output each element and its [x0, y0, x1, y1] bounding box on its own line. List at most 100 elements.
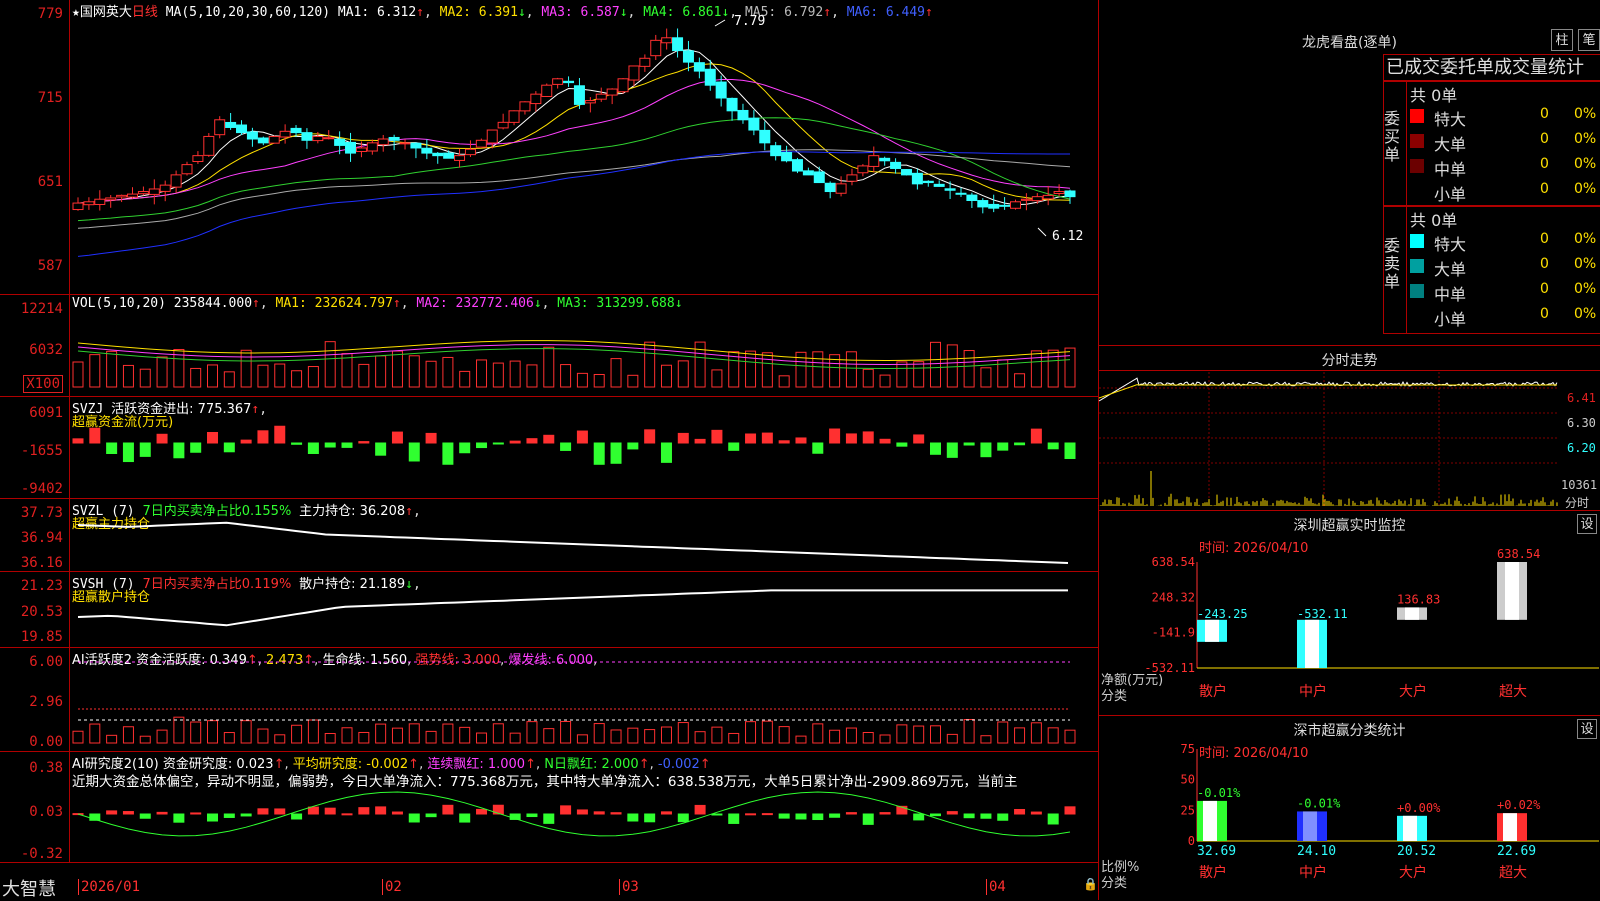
sz-bar-highlight: [1305, 619, 1319, 668]
svzl-chart[interactable]: [0, 499, 1098, 572]
indicator-bar: [543, 728, 555, 744]
candle-body: [236, 124, 248, 134]
sz-tick: -141.9: [1152, 626, 1195, 640]
candle-body: [214, 119, 226, 136]
candle-body: [672, 37, 684, 52]
indicator-bar: [677, 813, 689, 823]
candle-body: [443, 152, 455, 159]
indicator-bar: [1064, 347, 1076, 388]
indicator-bar: [644, 429, 656, 444]
candle-body: [1020, 198, 1032, 201]
class-value-label: 22.69: [1497, 844, 1536, 859]
candle-body: [606, 88, 618, 96]
svzl-pane[interactable]: 37.73 36.94 36.16 SVZL (7) 7日内买卖净占比0.155…: [0, 499, 1098, 572]
indicator-bar: [593, 373, 605, 388]
indicator-bar: [257, 808, 269, 815]
indicator-bar: [879, 734, 891, 744]
candle-body: [628, 65, 640, 81]
row-name: 特大: [1434, 110, 1467, 129]
indicator-bar: [745, 721, 757, 744]
indicator-bar: [728, 442, 740, 451]
tick-mode-button[interactable]: 笔: [1578, 29, 1600, 51]
indicator-bar: [913, 813, 925, 821]
sz-category: 散户: [1199, 683, 1227, 700]
sz-tick: 638.54: [1152, 555, 1195, 569]
order-row: 中单 0 0%: [1410, 281, 1600, 304]
candle-body: [879, 157, 891, 162]
candle-body: [1064, 190, 1076, 198]
intraday-panel[interactable]: 分时走势 6.41 6.30 6.20 10361 分时: [1098, 345, 1600, 510]
svsh-chart[interactable]: [0, 572, 1098, 648]
indicator-bar: [274, 363, 286, 388]
indicator-bar: [711, 813, 723, 816]
candle-body: [127, 193, 139, 198]
indicator-bar: [913, 434, 925, 444]
candle-body: [323, 137, 335, 140]
candle-body: [105, 197, 117, 201]
sz-class-chart[interactable]: 75 50 25 0 -0.01% 32.69 散户 -0.01% 24.10 中户 +0.00% 2…: [1099, 716, 1600, 901]
lock-icon[interactable]: 🔒: [1083, 877, 1098, 891]
indicator-bar: [190, 442, 202, 453]
indicator-bar: [963, 442, 975, 446]
svsh-pane[interactable]: 21.23 20.53 19.85 SVSH (7) 7日内买卖净占比0.119…: [0, 572, 1098, 648]
indicator-bar: [728, 732, 740, 744]
indicator-bar: [1030, 350, 1042, 388]
sz-net-chart[interactable]: 638.54 248.32 -141.9 -532.11 -243.25 散户 -532.1…: [1099, 511, 1600, 716]
indicator-bar: [711, 726, 723, 744]
ai-research-chart[interactable]: [0, 752, 1098, 862]
indicator-bar: [1064, 729, 1076, 744]
indicator-bar: [576, 809, 588, 815]
indicator-bar: [139, 368, 151, 388]
indicator-bar: [543, 434, 555, 444]
candle-body: [257, 137, 269, 144]
row-name: 中单: [1434, 160, 1467, 179]
indicator-bar: [761, 432, 773, 444]
candle-body: [584, 100, 596, 104]
indicator-bar: [610, 358, 622, 388]
indicator-bar: [72, 438, 84, 444]
indicator-bar: [274, 734, 286, 744]
buy-section: 委买单 共 0单 特大 0 0% 大单 0 0% 中单 0 0% 小单 0 0%: [1383, 81, 1600, 206]
indicator-bar: [694, 731, 706, 744]
svzj-pane[interactable]: 6091 -1655 -9402 SVZJ 活跃资金进出: 775.367↑, …: [0, 397, 1098, 499]
candle-body: [148, 188, 160, 195]
buy-label: 委买单: [1384, 109, 1401, 164]
swatch: [1410, 234, 1424, 248]
indicator-bar: [711, 369, 723, 388]
candle-body: [890, 161, 902, 169]
indicator-bar: [845, 433, 857, 444]
candle-pane[interactable]: 779 715 651 587 ★国网英大日线 MA(5,10,20,30,60…: [0, 0, 1098, 295]
ai-activity-pane[interactable]: 6.00 2.96 0.00 AI活跃度2 资金活跃度: 0.349↑, 2.4…: [0, 648, 1098, 752]
candle-body: [563, 80, 575, 84]
volume-pane[interactable]: 12214 6032 X100 VOL(5,10,20) 235844.000↑…: [0, 295, 1098, 397]
bar-mode-button[interactable]: 柱: [1551, 29, 1573, 51]
indicator-bar: [274, 808, 286, 815]
ai-research-pane[interactable]: 0.38 0.03 -0.32 AI研究度2(10) 资金研究度: 0.023↑…: [0, 752, 1098, 862]
candle-body: [72, 202, 84, 211]
candle-body: [377, 138, 389, 146]
indicator-bar: [829, 729, 841, 744]
candlestick-chart[interactable]: [0, 0, 1098, 295]
volume-chart[interactable]: [0, 295, 1098, 397]
indicator-bar: [324, 807, 336, 815]
candle-body: [497, 121, 509, 129]
candle-body: [595, 93, 607, 100]
indicator-bar: [190, 812, 202, 815]
order-row: 中单 0 0%: [1410, 156, 1600, 179]
indicator-bar: [745, 433, 757, 444]
svzj-chart[interactable]: [0, 397, 1098, 499]
indicator-bar: [156, 433, 168, 444]
brand-logo[interactable]: 大智慧: [2, 875, 56, 901]
indicator-bar: [459, 442, 471, 454]
candle-body: [94, 198, 106, 205]
ai-activity-chart[interactable]: [0, 648, 1098, 752]
indicator-bar: [476, 808, 488, 815]
indicator-bar: [593, 723, 605, 744]
indicator-bar: [240, 439, 252, 444]
candle-body: [759, 129, 771, 144]
candle-body: [900, 169, 912, 176]
indicator-bar: [122, 442, 134, 463]
swatch: [1410, 259, 1424, 273]
row-value: 0: [1540, 156, 1549, 172]
intraday-chart[interactable]: [1098, 346, 1600, 511]
